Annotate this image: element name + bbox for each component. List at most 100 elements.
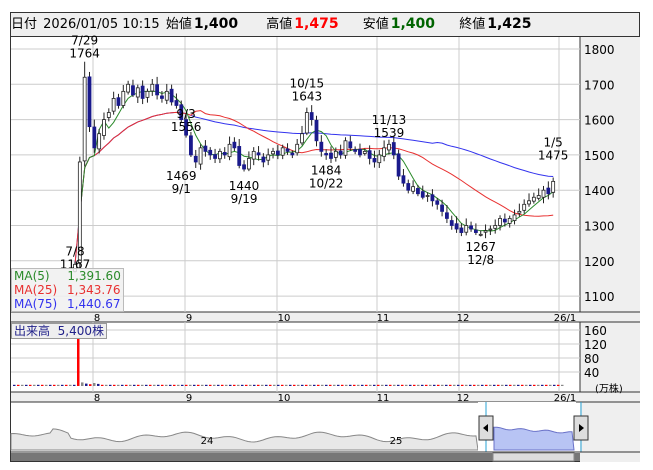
volume-bar — [477, 384, 480, 386]
volume-bar — [541, 384, 544, 386]
volume-bar — [33, 384, 36, 386]
volume-bar — [469, 384, 472, 386]
candle — [416, 188, 420, 195]
volume-bar — [129, 384, 132, 386]
x-tick-label: 26/1 — [554, 313, 576, 324]
volume-bar — [265, 384, 268, 386]
candle — [324, 153, 329, 156]
candle — [290, 152, 295, 156]
candle — [203, 145, 208, 152]
volume-bar — [553, 384, 556, 386]
volume-bar — [533, 384, 536, 386]
candle — [362, 150, 367, 154]
volume-bar — [397, 384, 400, 386]
volume-bar — [465, 384, 468, 386]
volume-bar — [293, 384, 296, 386]
candle — [222, 152, 227, 156]
candle — [266, 154, 271, 161]
volume-bar — [153, 384, 156, 386]
volume-bar — [345, 384, 348, 386]
scrollbar-thumb[interactable] — [492, 452, 575, 462]
candle — [126, 83, 131, 93]
candle — [488, 228, 493, 231]
volume-bar — [169, 384, 172, 386]
volume-bar — [13, 384, 16, 386]
volume-bar — [485, 384, 488, 386]
volume-bar — [405, 384, 408, 386]
candle — [387, 143, 391, 151]
candle — [522, 203, 527, 211]
volume-bar — [241, 384, 244, 386]
y-tick-label: 1600 — [584, 114, 615, 128]
candle — [160, 95, 164, 99]
volume-bar — [489, 384, 492, 386]
volume-bar — [461, 384, 464, 386]
volume-bar — [377, 384, 380, 386]
volume-bar — [285, 384, 288, 386]
ma-legend: MA(5) 1,391.60 MA(25) 1,343.76 MA(75) 1,… — [11, 268, 124, 312]
x-tick-label: 12 — [457, 393, 470, 404]
chart-canvas[interactable]: 889910101111121226/126/11100120013001400… — [0, 0, 653, 470]
candle — [121, 90, 126, 106]
volume-bar — [29, 384, 32, 386]
candle — [193, 155, 198, 163]
volume-bar — [53, 384, 56, 386]
volume-bar — [61, 384, 64, 386]
candle — [304, 112, 309, 134]
volume-bar — [505, 384, 508, 386]
volume-bar — [161, 384, 164, 386]
volume-bar — [269, 384, 272, 386]
volume-bar — [245, 384, 248, 386]
annotation-value: 1764 — [69, 47, 100, 61]
annotation-value: 1267 — [465, 240, 496, 254]
candle — [391, 142, 396, 156]
volume-bar — [229, 384, 232, 386]
candle — [242, 164, 246, 170]
volume-bar — [493, 384, 496, 386]
y-tick-label: 1300 — [584, 220, 615, 234]
navigator-year-label: 25 — [390, 436, 403, 447]
volume-bar — [237, 384, 240, 386]
volume-bar — [413, 384, 416, 386]
annotation-date: 10/22 — [309, 177, 344, 191]
volume-bar — [401, 384, 404, 386]
volume-bar — [121, 384, 124, 386]
volume-bar — [97, 383, 100, 386]
volume-bar — [109, 384, 112, 386]
candle — [87, 76, 92, 128]
candle — [164, 90, 169, 101]
volume-bar — [549, 384, 552, 386]
volume-bar — [337, 384, 340, 386]
volume-bar — [353, 384, 356, 386]
volume-bar — [421, 384, 424, 386]
volume-bar — [389, 384, 392, 386]
candle — [473, 229, 478, 233]
volume-bar — [145, 384, 148, 386]
volume-bar — [521, 384, 524, 386]
candle — [338, 150, 343, 156]
volume-bar — [173, 384, 176, 386]
candle — [198, 147, 203, 165]
candle — [174, 100, 179, 106]
volume-bar — [77, 338, 80, 386]
annotation-date: 1/5 — [544, 136, 563, 150]
volume-bar — [189, 384, 192, 386]
ma25-label: MA(25) — [14, 283, 58, 297]
date-axis-strip-2 — [11, 392, 640, 402]
candle — [517, 210, 522, 214]
ma5-label: MA(5) — [14, 269, 50, 283]
candle — [367, 150, 372, 159]
volume-bar — [45, 384, 48, 386]
volume-bar — [393, 384, 396, 386]
volume-bar — [225, 384, 228, 386]
volume-bar — [289, 384, 292, 386]
volume-bar — [213, 384, 216, 386]
volume-bar — [205, 384, 208, 386]
x-tick-label: 9 — [186, 313, 192, 324]
annotation-value: 1475 — [538, 149, 569, 163]
volume-label-box: 出来高 5,400株 — [11, 323, 108, 339]
candle — [131, 85, 135, 96]
candle — [111, 98, 116, 112]
volume-bar — [481, 384, 484, 386]
volume-bar — [89, 384, 92, 386]
